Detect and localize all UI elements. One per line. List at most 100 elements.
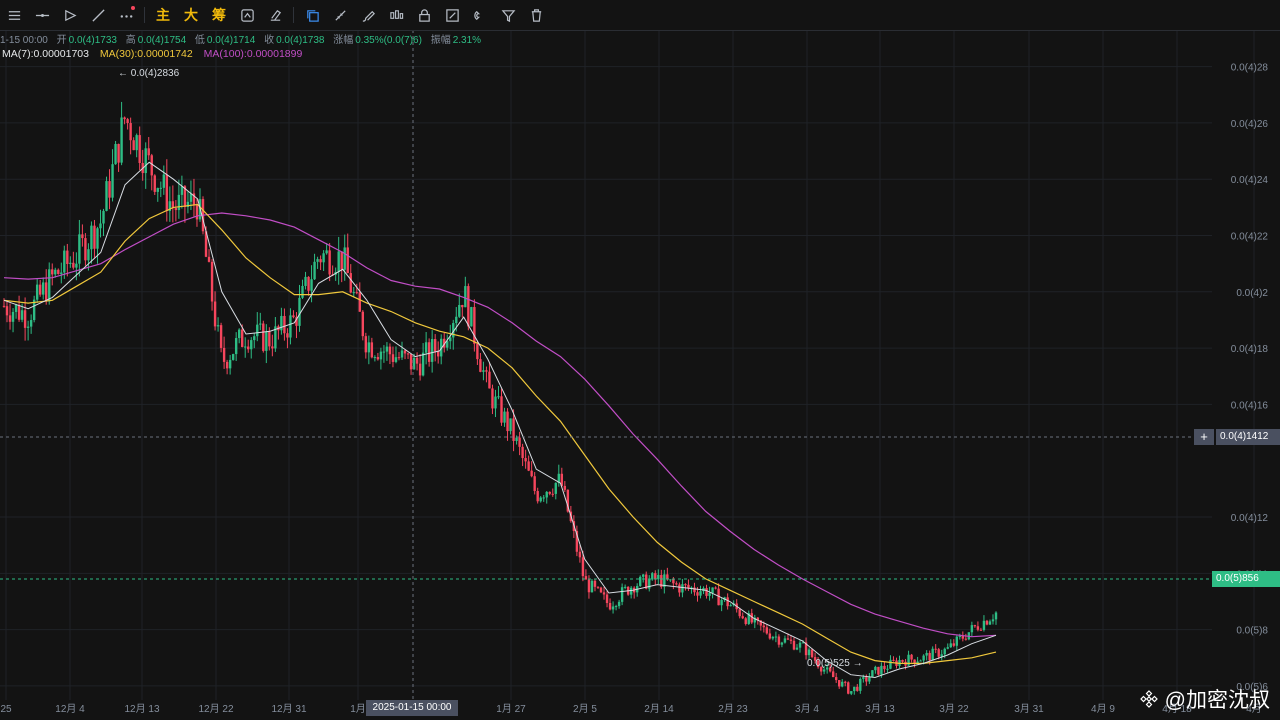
compare-icon[interactable]: [233, 1, 261, 29]
candle-body: [96, 228, 99, 249]
candle-body: [714, 587, 717, 589]
candle-body: [620, 587, 624, 602]
candle-body: [162, 174, 166, 188]
ma7-value: MA(7):0.00001703: [2, 48, 89, 60]
candle-body: [497, 396, 500, 398]
candlestick-chart[interactable]: 0.0(4)28 0.0(4)26 0.0(4)24 0.0(4)22 0.0(4)2 0…: [0, 0, 1280, 720]
candle-body: [892, 659, 895, 661]
candle-pattern-icon[interactable]: [382, 1, 410, 29]
amplitude-value: 2.31%: [452, 35, 482, 46]
candle-body: [379, 351, 383, 360]
candle-body: [783, 638, 787, 643]
ruler-icon[interactable]: [326, 1, 354, 29]
candle-body: [364, 336, 368, 353]
lock-icon[interactable]: [410, 1, 438, 29]
edit-icon[interactable]: [438, 1, 466, 29]
trendline-icon[interactable]: [84, 1, 112, 29]
high-label: 高: [125, 35, 136, 46]
candle-body: [675, 583, 678, 585]
candle-body: [355, 292, 358, 294]
candle-body: [545, 491, 548, 498]
candle-body: [931, 648, 934, 661]
candle-body: [409, 354, 413, 370]
magnet-icon[interactable]: [466, 1, 494, 29]
chart-grid: [0, 30, 1255, 700]
candle-body: [476, 343, 479, 360]
candle-body: [536, 491, 539, 502]
candle-body: [268, 331, 271, 347]
toolbar-divider: [293, 7, 294, 23]
candle-body: [298, 297, 301, 326]
menu-icon[interactable]: [0, 1, 28, 29]
more-icon[interactable]: [112, 1, 140, 29]
copy-icon[interactable]: [298, 1, 326, 29]
candle-body: [216, 325, 220, 327]
candle-body: [596, 586, 600, 588]
candle-body: [8, 315, 12, 322]
eraser-icon[interactable]: [261, 1, 289, 29]
candle-body: [518, 437, 521, 447]
candle-body: [135, 135, 138, 151]
candle-body: [964, 638, 968, 640]
candle-body: [14, 304, 18, 312]
add-alert-button[interactable]: +: [1194, 429, 1214, 445]
price-tick-label: 0.0(5)8: [1236, 626, 1268, 637]
candle-body: [868, 677, 871, 682]
candle-body: [578, 551, 582, 558]
main-indicator-button[interactable]: 主: [149, 1, 177, 29]
ray-icon[interactable]: [56, 1, 84, 29]
binance-logo-icon: [1139, 690, 1158, 708]
candle-body: [693, 587, 696, 593]
time-tick-label: 25: [0, 704, 12, 715]
candle-body: [494, 396, 497, 409]
candle-body: [29, 320, 33, 327]
candle-body: [352, 292, 355, 294]
candle-body: [973, 625, 977, 627]
candle-body: [708, 592, 711, 596]
candle-body: [605, 594, 609, 604]
candle-body: [213, 301, 217, 327]
candle-body: [792, 640, 796, 650]
candle-body: [424, 342, 428, 353]
candle-body: [174, 208, 178, 211]
candle-body: [985, 620, 989, 625]
candle-body: [177, 194, 181, 211]
candle-body: [343, 247, 346, 270]
amplitude-label: 振幅: [430, 35, 451, 46]
candle-body: [138, 135, 141, 163]
candle-body: [313, 261, 316, 280]
candle-body: [910, 654, 913, 660]
candle-body: [762, 625, 766, 628]
candle-body: [744, 618, 747, 624]
candle-body: [400, 350, 404, 358]
time-axis: 25 12月 4 12月 13 12月 22 12月 31 1月 1月 27 2月 5 2月 1…: [0, 703, 1261, 715]
candle-body: [581, 557, 585, 577]
candles: [2, 101, 998, 696]
chips-button[interactable]: 筹: [205, 1, 233, 29]
candle-body: [337, 251, 340, 272]
candle-body: [464, 286, 467, 308]
candle-body: [512, 418, 515, 441]
price-tick-label: 0.0(4)24: [1231, 175, 1269, 186]
candle-body: [165, 174, 169, 211]
ma7-line: [3, 161, 997, 679]
candle-body: [831, 671, 835, 678]
candle-body: [988, 621, 992, 625]
candle-body: [629, 587, 633, 595]
candle-body: [307, 276, 310, 291]
candle-body: [521, 446, 524, 459]
candle-body: [234, 338, 238, 355]
candle-body: [500, 396, 503, 423]
filter-icon[interactable]: [494, 1, 522, 29]
candle-body: [648, 579, 651, 589]
horizontal-line-icon[interactable]: [28, 1, 56, 29]
trash-icon[interactable]: [522, 1, 550, 29]
candle-body: [877, 666, 880, 675]
candle-body: [382, 351, 386, 353]
candle-body: [925, 652, 928, 656]
candle-body: [210, 261, 214, 302]
large-order-button[interactable]: 大: [177, 1, 205, 29]
brush-icon[interactable]: [354, 1, 382, 29]
open-value: 0.0(4)1733: [68, 35, 117, 46]
price-axis: 0.0(4)28 0.0(4)26 0.0(4)24 0.0(4)22 0.0(4)2 0…: [1231, 63, 1269, 693]
